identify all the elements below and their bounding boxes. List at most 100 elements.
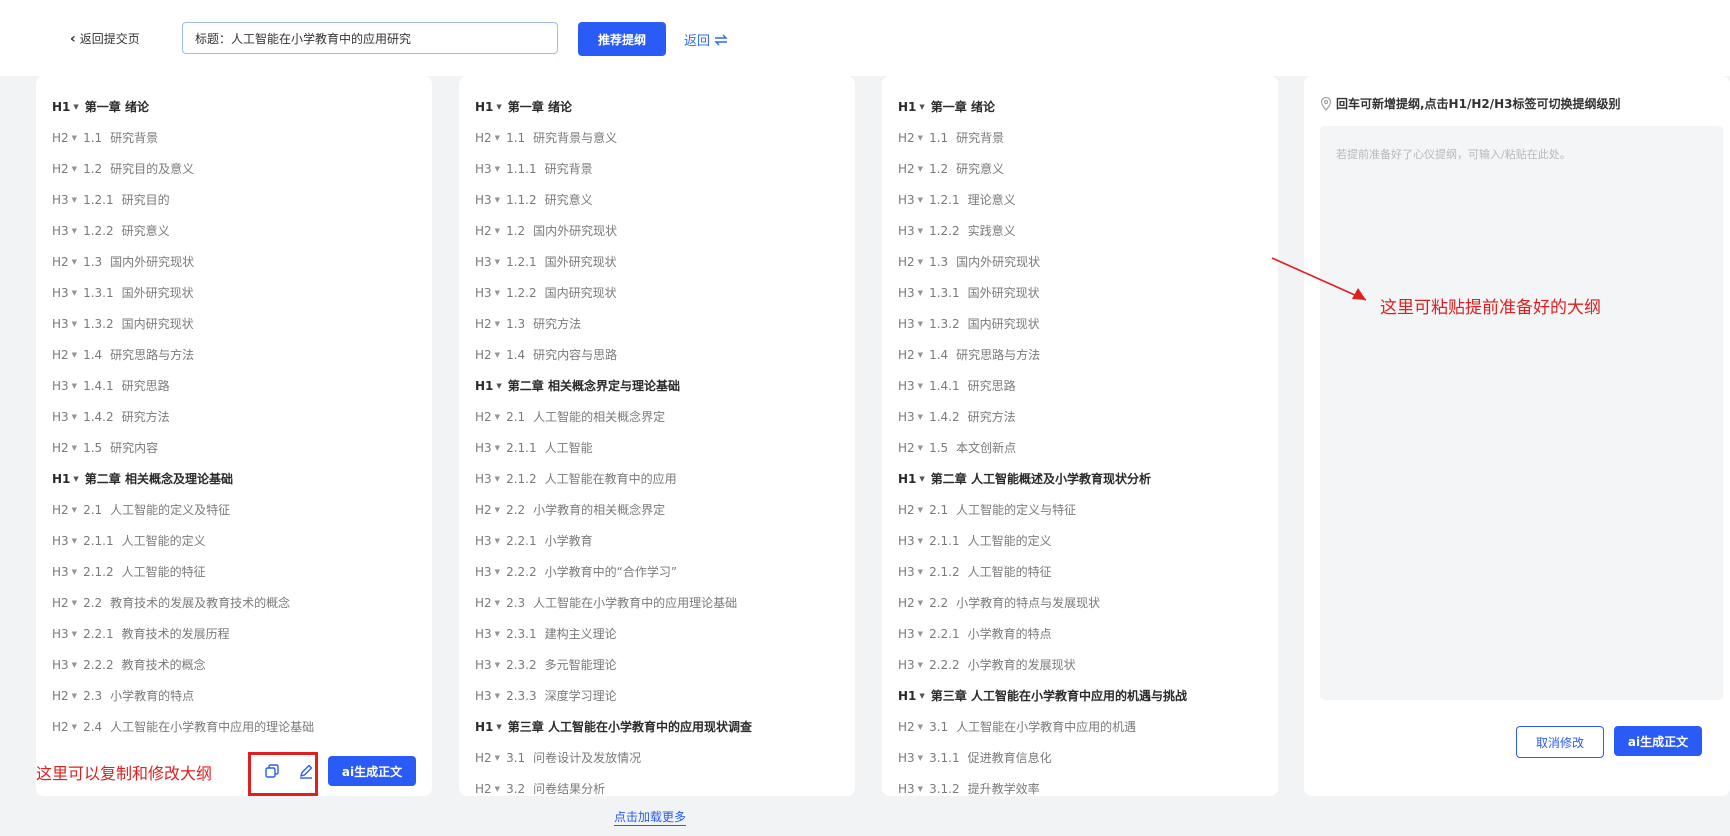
caret-down-icon[interactable]: ▼	[495, 289, 500, 297]
caret-down-icon[interactable]: ▼	[495, 134, 500, 142]
outline-item[interactable]: H2 ▼ 3.1 问卷设计及发放情况	[475, 742, 839, 773]
outline-item[interactable]: H1 ▼ 第三章 人工智能在小学教育中的应用现状调查	[475, 711, 839, 742]
outline-item[interactable]: H3 ▼ 2.1.1 人工智能的定义	[898, 525, 1262, 556]
ai-generate-button[interactable]: ai生成正文	[328, 756, 416, 786]
outline-item[interactable]: H2 ▼ 1.2 研究意义	[898, 153, 1262, 184]
outline-item[interactable]: H3 ▼ 2.1.2 人工智能的特征	[52, 556, 416, 587]
outline-level-tag[interactable]: H2	[898, 162, 915, 176]
caret-down-icon[interactable]: ▼	[918, 754, 923, 762]
outline-item[interactable]: H2 ▼ 3.2 问卷结果分析	[475, 773, 839, 797]
outline-level-tag[interactable]: H2	[898, 255, 915, 269]
outline-item[interactable]: H3 ▼ 1.3.1 国外研究现状	[52, 277, 416, 308]
caret-down-icon[interactable]: ▼	[73, 475, 78, 483]
outline-level-tag[interactable]: H3	[898, 751, 915, 765]
caret-down-icon[interactable]: ▼	[495, 351, 500, 359]
caret-down-icon[interactable]: ▼	[495, 258, 500, 266]
editor-ai-generate-button[interactable]: ai生成正文	[1614, 726, 1702, 756]
outline-level-tag[interactable]: H3	[52, 317, 69, 331]
outline-level-tag[interactable]: H3	[52, 565, 69, 579]
outline-level-tag[interactable]: H3	[475, 565, 492, 579]
outline-item[interactable]: H2 ▼ 2.3 人工智能在小学教育中的应用理论基础	[475, 587, 839, 618]
outline-level-tag[interactable]: H2	[52, 689, 69, 703]
caret-down-icon[interactable]: ▼	[918, 506, 923, 514]
caret-down-icon[interactable]: ▼	[918, 165, 923, 173]
caret-down-icon[interactable]: ▼	[918, 661, 923, 669]
outline-level-tag[interactable]: H3	[52, 224, 69, 238]
outline-level-tag[interactable]: H2	[898, 503, 915, 517]
caret-down-icon[interactable]: ▼	[72, 444, 77, 452]
caret-down-icon[interactable]: ▼	[918, 599, 923, 607]
caret-down-icon[interactable]: ▼	[72, 134, 77, 142]
caret-down-icon[interactable]: ▼	[72, 227, 77, 235]
outline-level-tag[interactable]: H2	[475, 503, 492, 517]
outline-item[interactable]: H2 ▼ 1.3 国内外研究现状	[52, 246, 416, 277]
outline-level-tag[interactable]: H3	[475, 441, 492, 455]
caret-down-icon[interactable]: ▼	[918, 444, 923, 452]
caret-down-icon[interactable]: ▼	[919, 103, 924, 111]
caret-down-icon[interactable]: ▼	[918, 320, 923, 328]
caret-down-icon[interactable]: ▼	[72, 599, 77, 607]
outline-item[interactable]: H2 ▼ 1.1 研究背景	[898, 122, 1262, 153]
outline-level-tag[interactable]: H2	[475, 317, 492, 331]
title-input[interactable]: 标题：人工智能在小学教育中的应用研究	[182, 22, 558, 54]
outline-level-tag[interactable]: H2	[475, 131, 492, 145]
caret-down-icon[interactable]: ▼	[72, 382, 77, 390]
outline-item[interactable]: H3 ▼ 2.2.1 教育技术的发展历程	[52, 618, 416, 649]
caret-down-icon[interactable]: ▼	[496, 382, 501, 390]
outline-level-tag[interactable]: H2	[52, 503, 69, 517]
caret-down-icon[interactable]: ▼	[72, 289, 77, 297]
outline-item[interactable]: H3 ▼ 1.4.2 研究方法	[898, 401, 1262, 432]
outline-level-tag[interactable]: H3	[52, 627, 69, 641]
outline-item[interactable]: H3 ▼ 1.2.1 理论意义	[898, 184, 1262, 215]
outline-level-tag[interactable]: H2	[475, 782, 492, 796]
caret-down-icon[interactable]: ▼	[918, 568, 923, 576]
outline-level-tag[interactable]: H2	[52, 162, 69, 176]
outline-level-tag[interactable]: H2	[52, 596, 69, 610]
outline-level-tag[interactable]: H1	[898, 689, 916, 703]
outline-item[interactable]: H3 ▼ 2.3.1 建构主义理论	[475, 618, 839, 649]
outline-level-tag[interactable]: H3	[52, 534, 69, 548]
outline-level-tag[interactable]: H2	[475, 410, 492, 424]
caret-down-icon[interactable]: ▼	[495, 537, 500, 545]
caret-down-icon[interactable]: ▼	[495, 692, 500, 700]
outline-item[interactable]: H2 ▼ 1.3 国内外研究现状	[898, 246, 1262, 277]
outline-level-tag[interactable]: H3	[475, 286, 492, 300]
outline-item[interactable]: H2 ▼ 1.2 研究目的及意义	[52, 153, 416, 184]
outline-item[interactable]: H3 ▼ 1.3.2 国内研究现状	[898, 308, 1262, 339]
outline-item[interactable]: H2 ▼ 1.5 本文创新点	[898, 432, 1262, 463]
outline-item[interactable]: H1 ▼ 第一章 绪论	[52, 91, 416, 122]
caret-down-icon[interactable]: ▼	[495, 661, 500, 669]
outline-level-tag[interactable]: H1	[52, 100, 70, 114]
outline-item[interactable]: H2 ▼ 2.1 人工智能的定义与特征	[898, 494, 1262, 525]
caret-down-icon[interactable]: ▼	[918, 537, 923, 545]
caret-down-icon[interactable]: ▼	[495, 475, 500, 483]
outline-level-tag[interactable]: H2	[898, 596, 915, 610]
outline-item[interactable]: H3 ▼ 2.3.2 多元智能理论	[475, 649, 839, 680]
outline-item[interactable]: H3 ▼ 1.2.1 研究目的	[52, 184, 416, 215]
outline-level-tag[interactable]: H1	[898, 472, 916, 486]
caret-down-icon[interactable]: ▼	[495, 320, 500, 328]
outline-level-tag[interactable]: H2	[52, 720, 69, 734]
outline-level-tag[interactable]: H3	[898, 379, 915, 393]
caret-down-icon[interactable]: ▼	[73, 103, 78, 111]
outline-item[interactable]: H3 ▼ 2.2.2 教育技术的概念	[52, 649, 416, 680]
caret-down-icon[interactable]: ▼	[72, 692, 77, 700]
caret-down-icon[interactable]: ▼	[495, 227, 500, 235]
caret-down-icon[interactable]: ▼	[72, 630, 77, 638]
outline-item[interactable]: H3 ▼ 2.1.1 人工智能的定义	[52, 525, 416, 556]
outline-paste-textarea[interactable]: 若提前准备好了心仪提纲，可输入/粘贴在此处。	[1320, 126, 1723, 700]
caret-down-icon[interactable]: ▼	[495, 196, 500, 204]
caret-down-icon[interactable]: ▼	[72, 258, 77, 266]
outline-level-tag[interactable]: H3	[475, 472, 492, 486]
return-link[interactable]: 返回	[684, 30, 728, 49]
outline-level-tag[interactable]: H3	[475, 689, 492, 703]
outline-item[interactable]: H3 ▼ 1.4.1 研究思路	[898, 370, 1262, 401]
caret-down-icon[interactable]: ▼	[72, 506, 77, 514]
outline-level-tag[interactable]: H3	[898, 658, 915, 672]
outline-item[interactable]: H1 ▼ 第一章 绪论	[475, 91, 839, 122]
outline-level-tag[interactable]: H1	[898, 100, 916, 114]
outline-level-tag[interactable]: H3	[898, 782, 915, 796]
outline-level-tag[interactable]: H3	[898, 286, 915, 300]
caret-down-icon[interactable]: ▼	[495, 165, 500, 173]
outline-item[interactable]: H2 ▼ 2.2 教育技术的发展及教育技术的概念	[52, 587, 416, 618]
